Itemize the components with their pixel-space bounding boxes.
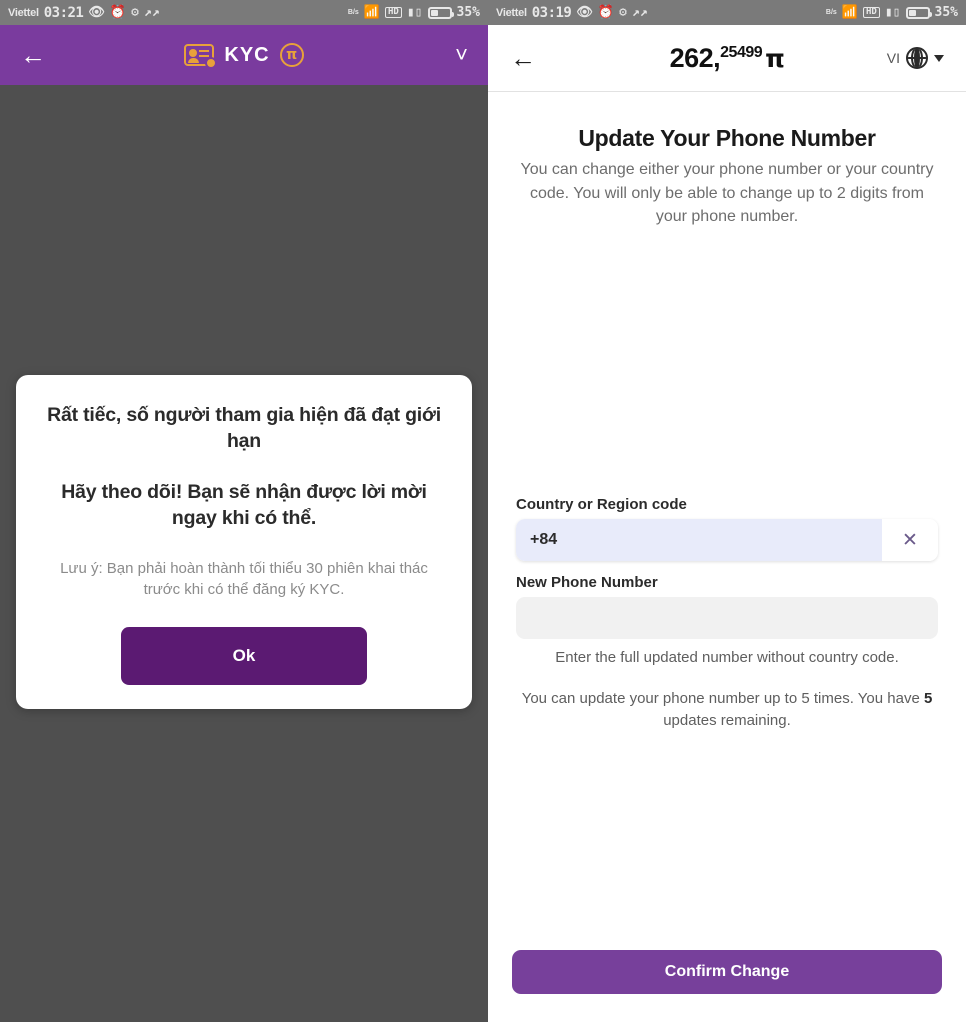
confirm-change-button[interactable]: Confirm Change — [512, 950, 942, 994]
quota-suffix: updates remaining. — [663, 711, 791, 729]
data-rate-label: B/s — [347, 8, 359, 16]
signal-icon: ▮▯ — [406, 5, 423, 20]
dual-screenshot-container: Viettel 03:21 👁 ⏰ ⚙ ↗↗ B/s 📶 HD ▮▯ 35% ← — [0, 0, 966, 1022]
new-phone-label: New Phone Number — [516, 574, 658, 591]
bluetooth-icon: ⚙ — [131, 5, 139, 20]
balance-whole: 262, — [669, 42, 721, 73]
update-phone-body: Update Your Phone Number You can change … — [488, 92, 966, 1022]
globe-icon — [906, 47, 928, 69]
dialog-heading-secondary: Hãy theo dõi! Bạn sẽ nhận được lời mời n… — [61, 481, 427, 530]
dialog-note: Lưu ý: Bạn phải hoàn thành tối thiểu 30 … — [60, 559, 428, 599]
status-bar-left-group: Viettel 03:21 👁 ⏰ ⚙ ↗↗ — [8, 5, 160, 21]
kyc-limit-dialog: Rất tiếc, số người tham gia hiện đã đạt … — [16, 375, 472, 709]
alarm-icon: ⏰ — [109, 5, 127, 20]
app-bar-title-group: KYC π — [0, 25, 488, 85]
pi-coin-icon: π — [279, 43, 304, 67]
dialog-ok-button[interactable]: Ok — [121, 626, 367, 685]
phone-hint: Enter the full updated number without co… — [555, 649, 899, 666]
back-arrow-icon[interactable]: ← — [20, 42, 46, 68]
clock-label: 03:21 — [43, 4, 84, 21]
clock-label: 03:19 — [531, 4, 572, 21]
country-code-label: Country or Region code — [516, 496, 687, 513]
new-phone-input[interactable] — [516, 597, 938, 639]
language-selector[interactable]: VI — [887, 47, 944, 69]
status-bar-right-group: B/s 📶 HD ▮▯ 35% — [826, 5, 958, 20]
wifi-icon: 📶 — [841, 5, 859, 20]
update-quota-text: You can update your phone number up to 5… — [516, 688, 938, 732]
eye-icon: 👁 — [576, 5, 593, 20]
balance-decimals: 25499 — [720, 43, 763, 61]
hd-icon: HD — [863, 7, 880, 18]
sync-icon: ↗↗ — [631, 5, 648, 20]
app-bar-title: KYC — [224, 43, 270, 66]
country-code-input[interactable] — [516, 519, 882, 561]
balance-header: ← 262,25499 π VI — [488, 25, 966, 92]
language-code-label: VI — [886, 50, 900, 66]
status-bar-right-group: B/s 📶 HD ▮▯ 35% — [348, 5, 480, 20]
data-rate-label: B/s — [825, 8, 837, 16]
right-phone-screen: Viettel 03:19 👁 ⏰ ⚙ ↗↗ B/s 📶 HD ▮▯ 35% ←… — [488, 0, 966, 1022]
quota-count: 5 — [923, 690, 933, 707]
quota-prefix: You can update your phone number up to 5… — [521, 690, 924, 707]
close-icon[interactable]: ✕ — [882, 519, 938, 561]
confirm-button-wrap: Confirm Change — [512, 950, 942, 994]
dialog-heading-primary: Rất tiếc, số người tham gia hiện đã đạt … — [47, 404, 441, 452]
id-card-icon — [184, 44, 218, 69]
chevron-down-icon[interactable]: ˅ — [455, 44, 468, 66]
page-subtitle: You can change either your phone number … — [520, 161, 934, 226]
alarm-icon: ⏰ — [597, 5, 615, 20]
battery-icon — [905, 6, 932, 19]
pi-symbol: π — [765, 43, 785, 73]
kyc-app-bar: ← KYC π ˅ — [0, 25, 488, 85]
eye-icon: 👁 — [88, 5, 105, 20]
battery-percent-label: 35% — [934, 5, 958, 20]
right-status-bar: Viettel 03:19 👁 ⏰ ⚙ ↗↗ B/s 📶 HD ▮▯ 35% — [488, 0, 966, 25]
carrier-label: Viettel — [496, 6, 527, 19]
phone-update-form: Country or Region code ✕ New Phone Numbe… — [516, 496, 938, 732]
wifi-icon: 📶 — [363, 5, 381, 20]
status-bar-left-group: Viettel 03:19 👁 ⏰ ⚙ ↗↗ — [496, 5, 648, 21]
carrier-label: Viettel — [8, 6, 39, 19]
left-phone-screen: Viettel 03:21 👁 ⏰ ⚙ ↗↗ B/s 📶 HD ▮▯ 35% ← — [0, 0, 488, 1022]
sync-icon: ↗↗ — [143, 5, 160, 20]
back-arrow-icon[interactable]: ← — [510, 45, 536, 71]
country-code-field-wrap: ✕ — [516, 519, 938, 561]
battery-percent-label: 35% — [456, 5, 480, 20]
hd-icon: HD — [385, 7, 402, 18]
bluetooth-icon: ⚙ — [619, 5, 627, 20]
left-status-bar: Viettel 03:21 👁 ⏰ ⚙ ↗↗ B/s 📶 HD ▮▯ 35% — [0, 0, 488, 25]
caret-down-icon — [934, 54, 944, 62]
page-title: Update Your Phone Number — [578, 125, 876, 151]
battery-icon — [427, 6, 454, 19]
signal-icon: ▮▯ — [884, 5, 901, 20]
